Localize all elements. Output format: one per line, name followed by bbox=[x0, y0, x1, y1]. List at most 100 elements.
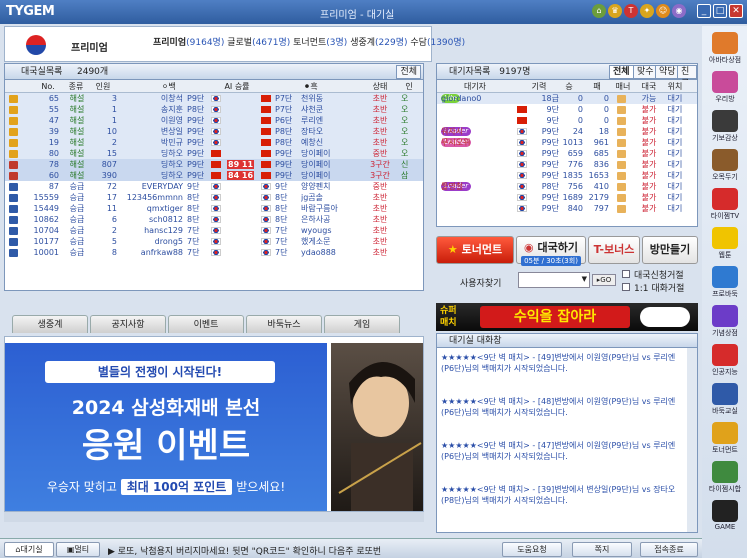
dock-item-game[interactable]: GAME bbox=[704, 498, 746, 540]
room-row[interactable]: 60 해설 390 딩하오 P9단 84 16 P9단 당이페이 3구간 삼 bbox=[5, 170, 423, 181]
chat-scrollbar[interactable] bbox=[687, 348, 697, 532]
col-game[interactable]: 대국 bbox=[637, 80, 661, 93]
minimize-button[interactable]: _ bbox=[697, 4, 711, 18]
match-button[interactable]: ◉ 대국하기 05분 / 30초(3회) bbox=[516, 236, 586, 266]
home-icon[interactable]: ⌂ bbox=[592, 4, 606, 18]
room-row[interactable]: 78 해설 807 딩하오 P9단 89 11 P9단 당이페이 3구간 신 bbox=[5, 159, 423, 170]
banner-scrollbar[interactable] bbox=[4, 512, 424, 522]
user-search-go-button[interactable]: ▸GO bbox=[592, 274, 616, 286]
white-flag-icon bbox=[211, 236, 223, 247]
bulb-icon[interactable]: ✦ bbox=[640, 4, 654, 18]
dock-item-webtoon[interactable]: 웹툰 bbox=[704, 225, 746, 267]
dock-item-tygem-match[interactable]: 타이젬시합 bbox=[704, 459, 746, 501]
dock-item-gift-shop[interactable]: 기념상점 bbox=[704, 303, 746, 345]
users-tab-friend[interactable]: 친구 bbox=[677, 65, 697, 89]
col-level[interactable]: 기력 bbox=[525, 80, 553, 93]
col-user[interactable]: 대기자 bbox=[445, 80, 505, 93]
col-manner[interactable]: 매너 bbox=[611, 80, 635, 93]
reject-match-checkbox[interactable] bbox=[622, 270, 630, 278]
col-white[interactable]: ⚪ 백 bbox=[145, 80, 185, 93]
user-row[interactable]: 문민종P9단16892179불가대기 bbox=[437, 192, 697, 203]
dropdown-arrow-icon[interactable]: ▼ bbox=[582, 275, 587, 283]
dock-item-baduk-class[interactable]: 바둑교실 bbox=[704, 381, 746, 423]
user-row[interactable]: 워자시 Leader P9단 24 18 불가 대기 bbox=[437, 126, 697, 137]
room-row[interactable]: 10177 승급 5 drong5 7단 7단 했게소문 초반 bbox=[5, 236, 423, 247]
user-row[interactable]: 설현준P9단776836불가대기 bbox=[437, 159, 697, 170]
user-row[interactable]: CHhelp999단00불가대기 bbox=[437, 104, 697, 115]
room-row[interactable]: 65 해설 3 이창석 P9단 P7단 천위동 초반 오 bbox=[5, 93, 423, 104]
room-row[interactable]: 87 승급 72 EVERYDAY 9단 9단 양양펜치 중반 bbox=[5, 181, 423, 192]
col-extra[interactable]: 인 bbox=[399, 80, 419, 93]
crown-icon[interactable]: ♛ bbox=[608, 4, 622, 18]
col-ai[interactable]: AI 승률 bbox=[217, 80, 257, 93]
user-row[interactable]: 무시오위 Leader P9단 1013 961 불가 대기 bbox=[437, 137, 697, 148]
stat-tournament[interactable]: 토너먼트(3명) bbox=[293, 38, 347, 48]
note-button[interactable]: 쪽지 bbox=[572, 542, 632, 557]
exit-button[interactable]: 접속종료 bbox=[640, 542, 698, 557]
reject-chat-checkbox[interactable] bbox=[622, 283, 630, 291]
room-list-scrollbar[interactable] bbox=[4, 291, 424, 303]
room-row[interactable]: 10001 승급 8 anfrkaw88 7단 7단 ydao888 초반 bbox=[5, 247, 423, 258]
tab-event[interactable]: 이벤트 bbox=[168, 315, 244, 333]
multi-tab[interactable]: ▣멀티 bbox=[56, 542, 100, 557]
col-win[interactable]: 승 bbox=[559, 80, 579, 93]
users-tab-weak[interactable]: 약당 bbox=[655, 65, 680, 79]
tab-game[interactable]: 게임 bbox=[324, 315, 400, 333]
user-row[interactable]: 툴명철 Leader P8단 756 410 불가 대기 bbox=[437, 181, 697, 192]
t-bonus-button[interactable]: T-보너스 bbox=[588, 236, 640, 264]
user-row[interactable]: CHhelp1339단00불가대기 bbox=[437, 115, 697, 126]
tab-news[interactable]: 바둑뉴스 bbox=[246, 315, 322, 333]
dock-item-ai-katago[interactable]: 인공지능 bbox=[704, 342, 746, 384]
user-icon[interactable]: ◉ bbox=[672, 4, 686, 18]
room-row[interactable]: 10862 승급 6 sch0812 8단 8단 은하사공 초반 bbox=[5, 214, 423, 225]
dock-item-avatar-shop[interactable]: 아바타상점 bbox=[704, 30, 746, 72]
users-tab-all[interactable]: 전체 bbox=[609, 65, 634, 79]
room-row[interactable]: 39 해설 10 변상일 P9단 P8단 장타오 초반 오 bbox=[5, 126, 423, 137]
tab-notice[interactable]: 공지사항 bbox=[90, 315, 166, 333]
make-room-button[interactable]: 방만들기 bbox=[642, 236, 698, 264]
room-row[interactable]: 10704 승급 2 hansc129 7단 7단 wyougs 초반 bbox=[5, 225, 423, 236]
dock-item-tygem-tv[interactable]: 타이젬TV bbox=[704, 186, 746, 228]
user-row[interactable]: 박영훈P9단18351653불가대기 bbox=[437, 170, 697, 181]
col-no[interactable]: No. bbox=[35, 80, 61, 93]
stat-premium[interactable]: 프리미엄(9164명) bbox=[153, 38, 224, 48]
event-banner[interactable]: 별들의 전쟁이 시작된다! 2024 삼성화재배 본선 응원 이벤트 우승자 맞… bbox=[4, 336, 424, 512]
col-black[interactable]: ⚫ 흑 bbox=[287, 80, 327, 93]
close-button[interactable]: ✕ bbox=[729, 4, 743, 18]
room-row[interactable]: 47 해설 1 이원영 P9단 P6단 루리엔 초반 오 bbox=[5, 115, 423, 126]
stat-live[interactable]: 생중계(229명) bbox=[350, 38, 407, 48]
dock-item-pro-baduk[interactable]: 프로바둑 bbox=[704, 264, 746, 306]
maximize-button[interactable]: □ bbox=[713, 4, 727, 18]
dock-item-tournament[interactable]: 토너먼트 bbox=[704, 420, 746, 462]
dock-item-game-record[interactable]: 기보감상 bbox=[704, 108, 746, 150]
col-location[interactable]: 위치 bbox=[663, 80, 687, 93]
col-loss[interactable]: 패 bbox=[587, 80, 607, 93]
users-tab-rival[interactable]: 맞수 bbox=[633, 65, 658, 79]
room-row[interactable]: 80 해설 15 딩하오 P9단 P9단 당이페이 중반 오 bbox=[5, 148, 423, 159]
dock-item-my-room[interactable]: 우리방 bbox=[704, 69, 746, 111]
t-icon[interactable]: T bbox=[624, 4, 638, 18]
room-row[interactable]: 19 해설 2 박민규 P9단 P8단 예창신 초반 오 bbox=[5, 137, 423, 148]
room-row[interactable]: 55 해설 1 송지훈 P8단 P7단 샤천쿤 초반 오 bbox=[5, 104, 423, 115]
stat-global[interactable]: 글로벌(4671명) bbox=[227, 38, 290, 48]
user-row[interactable]: 한우진P9단659685불가대기 bbox=[437, 148, 697, 159]
stat-sudam[interactable]: 수담(1390명) bbox=[410, 38, 465, 48]
super-match-promo[interactable]: 슈퍼 매치 수익을 잡아라 bbox=[436, 303, 698, 331]
help-request-button[interactable]: 도움요청 bbox=[502, 542, 562, 557]
room-row[interactable]: 15559 승급 17 123456mmnn 8단 8단 jg곰솔 초반 bbox=[5, 192, 423, 203]
user-row[interactable]: 송규상P9단840797불가대기 bbox=[437, 203, 697, 214]
room-row[interactable]: 15449 승급 11 qmxtiger 8단 8단 바람구름아 초반 bbox=[5, 203, 423, 214]
dock-item-omok[interactable]: 오목두기 bbox=[704, 147, 746, 189]
news-ticker[interactable]: ▶ 로또, 낙첨용지 버리지마세요! 뒷면 "QR코드" 확인하니 다음주 로또… bbox=[108, 544, 381, 557]
face-icon[interactable]: ☺ bbox=[656, 4, 670, 18]
banner-art[interactable]: 별들의 전쟁이 시작된다! 2024 삼성화재배 본선 응원 이벤트 우승자 맞… bbox=[5, 343, 327, 511]
user-search-input[interactable]: ▼ bbox=[518, 272, 590, 288]
tab-live[interactable]: 생중계 bbox=[12, 315, 88, 333]
tournament-button[interactable]: ★ 토너먼트 bbox=[436, 236, 514, 264]
col-state[interactable]: 상태 bbox=[365, 80, 395, 93]
lobby-tab[interactable]: ⌂대기실 bbox=[4, 542, 54, 557]
col-ppl[interactable]: 인원 bbox=[89, 80, 117, 93]
user-row[interactable]: giordano0 Lite 18급 0 0 가능 대기 bbox=[437, 93, 697, 104]
col-type[interactable]: 종류 bbox=[63, 80, 89, 93]
room-filter-all-button[interactable]: 전체 bbox=[396, 65, 421, 79]
